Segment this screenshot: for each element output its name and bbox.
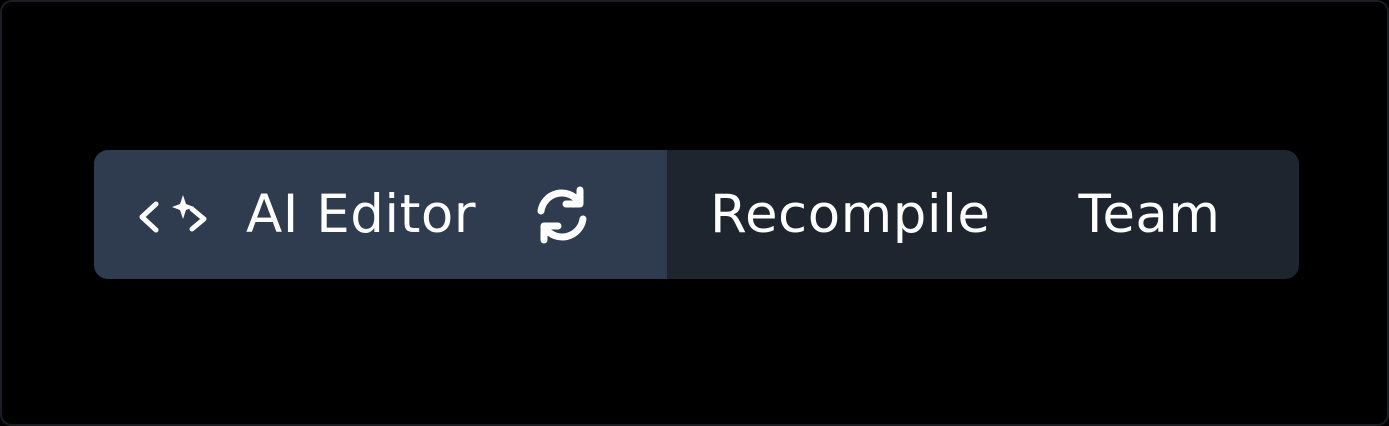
ai-editor-label: AI Editor [246,184,477,245]
toolbar-actions: Recompile Team [667,150,1299,279]
active-segment: AI Editor [94,150,667,279]
refresh-icon [537,186,587,243]
code-sparkle-icon [139,194,207,232]
ai-editor-button[interactable]: AI Editor [94,150,500,279]
editor-toolbar: AI Editor Recompile Team [94,150,1299,279]
recompile-button[interactable]: Recompile [710,188,990,241]
recompile-icon-button[interactable] [530,183,594,247]
app-frame: AI Editor Recompile Team [0,0,1389,426]
team-button[interactable]: Team [1078,188,1220,241]
